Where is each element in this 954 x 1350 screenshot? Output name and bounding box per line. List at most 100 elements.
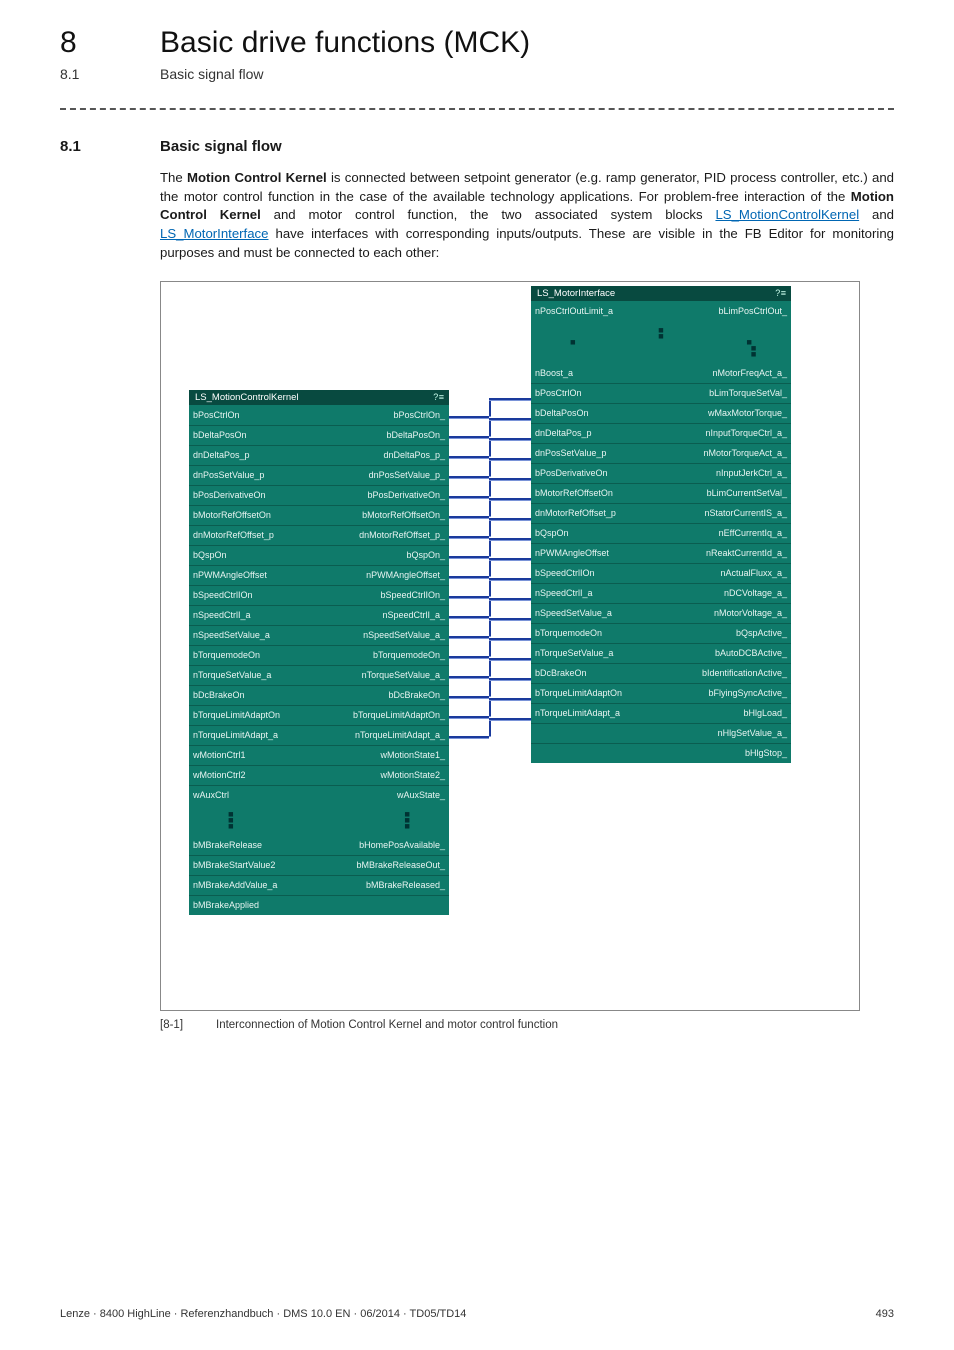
signal-wire (449, 456, 489, 458)
port-input: bPosCtrlOn (193, 410, 240, 420)
footer-left: Lenze · 8400 HighLine · Referenzhandbuch… (60, 1308, 466, 1320)
signal-wire (489, 618, 491, 636)
port-output: bTorquemodeOn_ (373, 650, 445, 660)
motor-row: nSpeedSetValue_anMotorVoltage_a_ (531, 603, 791, 623)
motor-row: dnPosSetValue_pnMotorTorqueAct_a_ (531, 443, 791, 463)
signal-wire (489, 718, 531, 720)
port-output: wAuxState_ (397, 790, 445, 800)
port-output: nSpeedCtrlI_a_ (382, 610, 445, 620)
chapter-header: 8 Basic drive functions (MCK) (60, 26, 894, 60)
port-input: nMBrakeAddValue_a (193, 880, 277, 890)
port-input: bPosCtrlOn (535, 388, 582, 398)
signal-wire (489, 418, 531, 420)
port-input: bMotorRefOffsetOn (535, 488, 613, 498)
port-input: bPosDerivativeOn (535, 468, 608, 478)
section-heading: 8.1 Basic signal flow (60, 138, 894, 155)
port-input: bTorquemodeOn (535, 628, 602, 638)
port-output: nHlgSetValue_a_ (718, 728, 787, 738)
subsection-number-top: 8.1 (60, 66, 160, 82)
kernel-row: wMotionCtrl2 wMotionState2_ (189, 765, 449, 785)
signal-wire (489, 538, 491, 556)
signal-wire (489, 658, 491, 676)
motor-row: bDcBrakeOnbIdentificationActive_ (531, 663, 791, 683)
port-output: nInputTorqueCtrl_a_ (705, 428, 787, 438)
port-input: dnPosSetValue_p (193, 470, 264, 480)
port-output: bLimPosCtrlOut_ (718, 306, 787, 316)
motor-row: dnDeltaPos_pnInputTorqueCtrl_a_ (531, 423, 791, 443)
port-input: bMBrakeRelease (193, 840, 262, 850)
page-footer: Lenze · 8400 HighLine · Referenzhandbuch… (60, 1308, 894, 1320)
motor-row: nTorqueSetValue_abAutoDCBActive_ (531, 643, 791, 663)
port-input: nTorqueLimitAdapt_a (535, 708, 620, 718)
text-frag: and motor control function, the two asso… (261, 207, 716, 222)
motor-row: dnMotorRefOffset_pnStatorCurrentIS_a_ (531, 503, 791, 523)
port-output: nMotorTorqueAct_a_ (703, 448, 787, 458)
signal-wire (449, 496, 489, 498)
motor-row: bPosCtrlOnbLimTorqueSetVal_ (531, 383, 791, 403)
signal-wire (489, 638, 491, 656)
port-output: bFlyingSyncActive_ (708, 688, 787, 698)
block-title-text: LS_MotionControlKernel (195, 392, 299, 403)
port-input: bQspOn (535, 528, 569, 538)
port-output: wMaxMotorTorque_ (708, 408, 787, 418)
port-input: bTorqueLimitAdaptOn (193, 710, 280, 720)
link-motioncontrolkernel[interactable]: LS_MotionControlKernel (715, 207, 859, 222)
port-input: nTorqueSetValue_a (535, 648, 613, 658)
port-input: nPosCtrlOutLimit_a (535, 306, 613, 316)
text-bold-mck: Motion Control Kernel (187, 170, 327, 185)
motor-row: nHlgSetValue_a_ (531, 723, 791, 743)
kernel-tail-row: bMBrakeApplied (189, 895, 449, 915)
signal-wire (449, 676, 489, 678)
motor-row: nSpeedCtrlI_anDCVoltage_a_ (531, 583, 791, 603)
port-output: wMotionState2_ (380, 770, 445, 780)
signal-wire (489, 518, 531, 520)
text-frag: have interfaces with corresponding input… (160, 226, 894, 260)
kernel-row: bMotorRefOffsetOnbMotorRefOffsetOn_ (189, 505, 449, 525)
port-output: dnPosSetValue_p_ (369, 470, 445, 480)
signal-wire (489, 458, 491, 476)
signal-wire (449, 596, 489, 598)
signal-wire (489, 698, 491, 716)
signal-wire (449, 436, 489, 438)
block-title-icons: ? ≡ (775, 288, 785, 298)
signal-wire (449, 656, 489, 658)
signal-wire (489, 598, 531, 600)
port-input: nSpeedCtrlI_a (193, 610, 251, 620)
signal-wire (449, 736, 489, 738)
port-input: dnDeltaPos_p (193, 450, 250, 460)
port-input: bSpeedCtrlIOn (535, 568, 595, 578)
port-output: nSpeedSetValue_a_ (363, 630, 445, 640)
block-title-kernel: LS_MotionControlKernel ? ≡ (189, 390, 449, 405)
port-output: bLimCurrentSetVal_ (707, 488, 787, 498)
port-output: bPosDerivativeOn_ (367, 490, 445, 500)
port-output: dnMotorRefOffset_p_ (359, 530, 445, 540)
port-output: bHomePosAvailable_ (359, 840, 445, 850)
port-input: bMBrakeApplied (193, 900, 259, 910)
port-output: nMotorVoltage_a_ (714, 608, 787, 618)
port-input: wMotionCtrl2 (193, 770, 246, 780)
kernel-row: nPWMAngleOffsetnPWMAngleOffset_ (189, 565, 449, 585)
section-number: 8.1 (60, 138, 160, 155)
signal-wire (489, 578, 491, 596)
vdots-icon: ▪▪▪ ▪ ▪ ▪ (531, 321, 791, 363)
link-motorinterface[interactable]: LS_MotorInterface (160, 226, 269, 241)
chapter-title: Basic drive functions (MCK) (160, 26, 530, 60)
kernel-row: dnPosSetValue_p dnPosSetValue_p_ (189, 465, 449, 485)
port-input: wAuxCtrl (193, 790, 229, 800)
kernel-row: dnMotorRefOffset_pdnMotorRefOffset_p_ (189, 525, 449, 545)
signal-wire (449, 476, 489, 478)
motor-row: bQspOnnEffCurrentIq_a_ (531, 523, 791, 543)
signal-wire (489, 718, 491, 736)
motor-row: bMotorRefOffsetOn bLimCurrentSetVal_ (531, 483, 791, 503)
port-output: nTorqueLimitAdapt_a_ (355, 730, 445, 740)
port-output: nPWMAngleOffset_ (366, 570, 445, 580)
port-input: dnMotorRefOffset_p (535, 508, 616, 518)
kernel-row: wMotionCtrl1wMotionState1_ (189, 745, 449, 765)
block-title-text: LS_MotorInterface (537, 288, 615, 299)
signal-wire (489, 398, 491, 416)
port-output: nInputJerkCtrl_a_ (716, 468, 787, 478)
port-input: bDeltaPosOn (193, 430, 247, 440)
kernel-row: nTorqueLimitAdapt_anTorqueLimitAdapt_a_ (189, 725, 449, 745)
signal-wire (449, 636, 489, 638)
chapter-subheader: 8.1 Basic signal flow (60, 66, 894, 82)
